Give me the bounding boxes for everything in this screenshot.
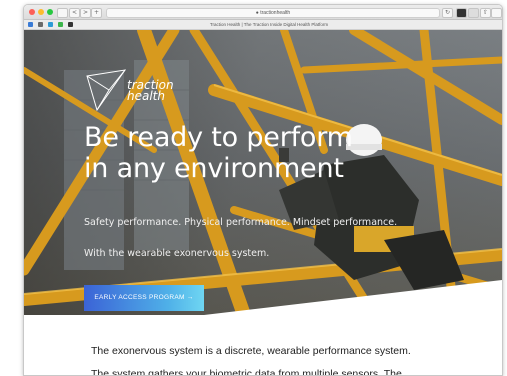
close-window-button[interactable] <box>29 9 35 15</box>
lock-icon: ● <box>255 10 259 16</box>
extension-icon[interactable] <box>456 8 467 18</box>
logo-mark-icon <box>86 69 127 112</box>
share-icon[interactable]: ⇧ <box>480 8 491 18</box>
intro-paragraph: The exonervous system is a discrete, wea… <box>91 345 411 357</box>
reload-icon[interactable]: ↻ <box>442 8 453 18</box>
theme-icon[interactable] <box>468 8 479 18</box>
bookmark-icon[interactable] <box>48 22 53 27</box>
hero-subtitle: With the wearable exonervous system. <box>84 248 270 259</box>
bookmark-icon[interactable] <box>68 22 73 27</box>
maximize-window-button[interactable] <box>47 9 53 15</box>
early-access-button[interactable]: EARLY ACCESS PROGRAM → <box>84 285 204 311</box>
browser-window: < > + ● tractionhealth ↻ ⇧ Traction Heal… <box>23 4 503 376</box>
browser-titlebar: < > + ● tractionhealth ↻ ⇧ <box>24 5 502 20</box>
bookmarks-bar: Traction Health | The Traction Inside Di… <box>24 20 502 30</box>
hero-headline: Be ready to perform in any environment <box>84 122 414 184</box>
hero-tagline: Safety performance. Physical performance… <box>84 217 398 228</box>
sidebar-toggle-icon[interactable] <box>57 8 68 18</box>
bookmark-icon[interactable] <box>38 22 43 27</box>
logo-wordmark: traction health <box>127 79 174 103</box>
back-button[interactable]: < <box>69 8 80 18</box>
forward-button[interactable]: > <box>80 8 91 18</box>
address-bar-text: tractionhealth <box>260 10 291 16</box>
intro-paragraph-2: The system gathers your biometric data f… <box>91 368 402 376</box>
new-tab-button[interactable]: + <box>91 8 102 18</box>
address-bar[interactable]: ● tractionhealth <box>106 8 440 18</box>
intro-section: The exonervous system is a discrete, wea… <box>24 315 502 375</box>
tab-title[interactable]: Traction Health | The Traction Inside Di… <box>104 20 434 29</box>
tabs-overview-icon[interactable] <box>491 8 502 18</box>
hero-section: traction health Be ready to perform in a… <box>24 30 502 315</box>
bookmark-icon[interactable] <box>28 22 33 27</box>
headline-line-1: Be ready to perform <box>84 122 353 153</box>
minimize-window-button[interactable] <box>38 9 44 15</box>
logo-line-2: health <box>127 89 165 103</box>
bookmark-icon[interactable] <box>58 22 63 27</box>
traction-health-logo[interactable]: traction health <box>83 68 203 112</box>
headline-line-2: in any environment <box>84 153 344 184</box>
